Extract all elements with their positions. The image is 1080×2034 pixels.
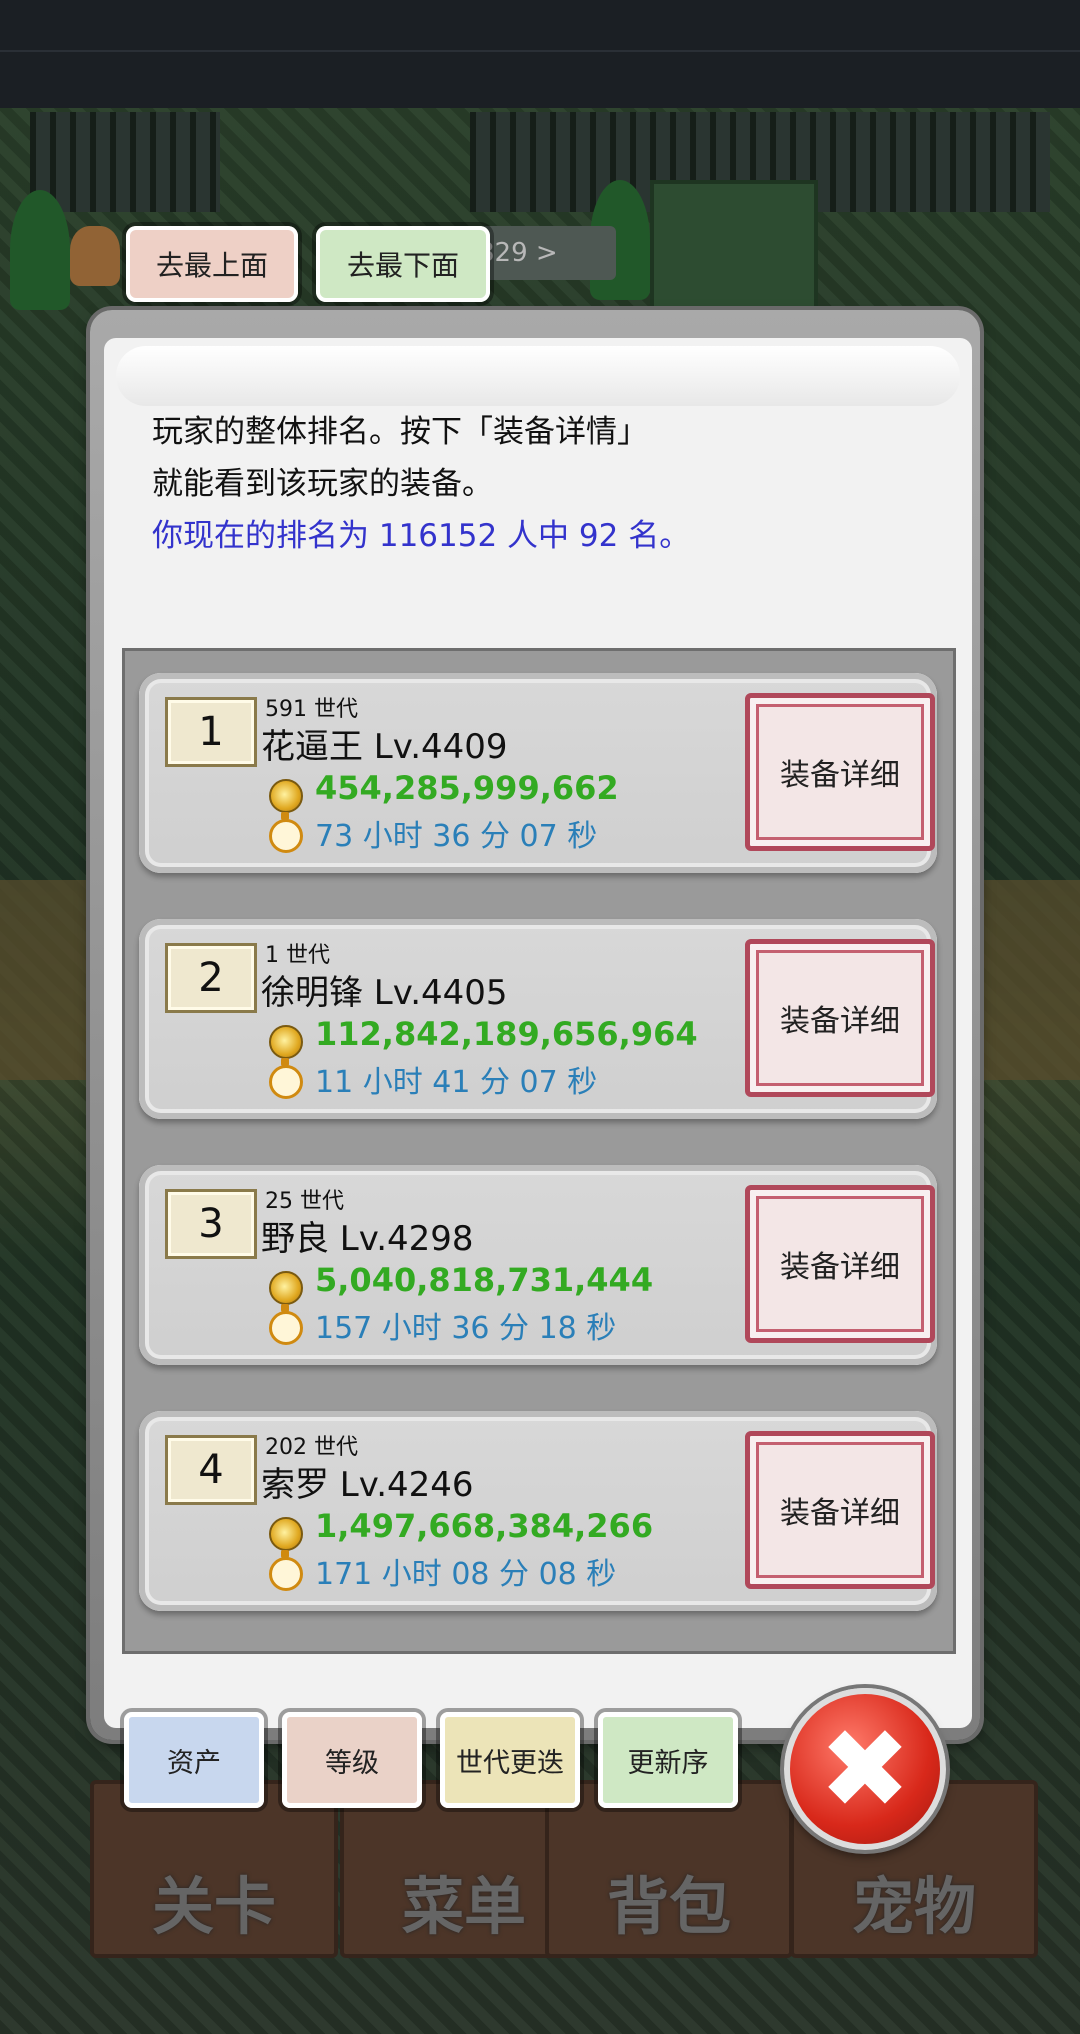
stopwatch-icon	[269, 1058, 303, 1099]
play-time: 11 小时 41 分 07 秒	[315, 1065, 598, 1100]
ranking-row: 3 25 世代 野良 Lv.4298 5,040,818,731,444 157…	[139, 1165, 937, 1365]
ranking-list[interactable]: 1 591 世代 花逼王 Lv.4409 454,285,999,662 73 …	[122, 648, 956, 1654]
equipment-detail-button[interactable]: 装备详细	[745, 1185, 935, 1343]
rank-number: 3	[165, 1189, 257, 1259]
sort-by-asset-button[interactable]: 资产	[124, 1712, 264, 1808]
coin-icon	[269, 1025, 303, 1059]
go-top-button[interactable]: 去最上面	[126, 226, 298, 302]
coin-amount: 5,040,818,731,444	[315, 1261, 654, 1299]
player-name: 徐明锋 Lv.4405	[261, 973, 508, 1013]
intro-line-1: 玩家的整体排名。按下「装备详情」	[152, 414, 648, 450]
ranking-row: 2 1 世代 徐明锋 Lv.4405 112,842,189,656,964 1…	[139, 919, 937, 1119]
stopwatch-icon	[269, 1550, 303, 1591]
play-time: 157 小时 36 分 18 秒	[315, 1311, 617, 1346]
sort-by-generation-button[interactable]: 世代更迭	[440, 1712, 580, 1808]
player-name: 野良 Lv.4298	[261, 1219, 474, 1259]
player-name: 索罗 Lv.4246	[261, 1465, 474, 1505]
equipment-detail-button[interactable]: 装备详细	[745, 693, 935, 851]
coin-amount: 1,497,668,384,266	[315, 1507, 654, 1545]
dialog-gloss	[116, 346, 960, 406]
rank-number: 4	[165, 1435, 257, 1505]
coin-icon	[269, 779, 303, 813]
sort-by-level-button[interactable]: 等级	[282, 1712, 422, 1808]
ranking-row: 1 591 世代 花逼王 Lv.4409 454,285,999,662 73 …	[139, 673, 937, 873]
stopwatch-icon	[269, 812, 303, 853]
coin-icon	[269, 1517, 303, 1551]
coin-amount: 454,285,999,662	[315, 769, 619, 807]
ranking-row: 4 202 世代 索罗 Lv.4246 1,497,668,384,266 17…	[139, 1411, 937, 1611]
play-time: 171 小时 08 分 08 秒	[315, 1557, 617, 1592]
close-button[interactable]: ✖	[784, 1688, 946, 1850]
equipment-detail-button[interactable]: 装备详细	[745, 1431, 935, 1589]
equipment-detail-button[interactable]: 装备详细	[745, 939, 935, 1097]
player-name: 花逼王 Lv.4409	[261, 727, 508, 767]
sort-by-update-button[interactable]: 更新序	[598, 1712, 738, 1808]
intro-line-2: 就能看到该玩家的装备。	[152, 466, 493, 502]
rank-number: 1	[165, 697, 257, 767]
rank-number: 2	[165, 943, 257, 1013]
close-icon: ✖	[818, 1705, 912, 1833]
go-bottom-button[interactable]: 去最下面	[316, 226, 490, 302]
intro-rank-line: 你现在的排名为 116152 人中 92 名。	[152, 518, 691, 554]
status-bar	[0, 0, 1080, 108]
stopwatch-icon	[269, 1304, 303, 1345]
coin-icon	[269, 1271, 303, 1305]
play-time: 73 小时 36 分 07 秒	[315, 819, 598, 854]
coin-amount: 112,842,189,656,964	[315, 1015, 698, 1053]
intro-text: 玩家的整体排名。按下「装备详情」 就能看到该玩家的装备。 你现在的排名为 116…	[152, 406, 932, 562]
